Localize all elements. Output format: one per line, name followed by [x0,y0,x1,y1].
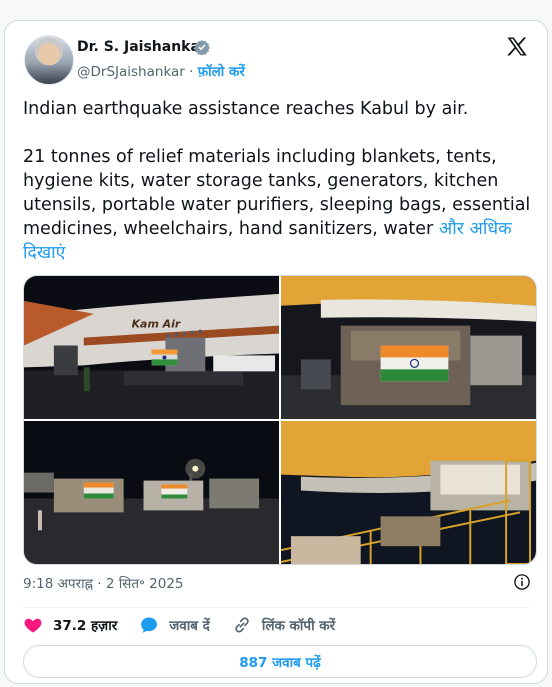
separator-dot: · [189,64,194,80]
link-icon [235,617,249,633]
action-bar: 37.2 हज़ार जवाब दें लिंक कॉपी करें [23,613,335,637]
avatar[interactable] [24,35,74,85]
show-more-link-2[interactable]: दिखाएं [23,241,531,265]
like-count: 37.2 हज़ार [53,618,118,634]
timestamp[interactable]: 9:18 अपराह्न · 2 सित॰ 2025 [23,574,184,592]
show-more-link[interactable]: और अधिक [439,219,512,239]
verified-badge-icon [194,40,210,55]
reply-button[interactable]: जवाब दें [139,615,210,635]
plane-livery-text: Kam Air [132,318,181,331]
time-text: 9:18 अपराह्न [23,576,94,592]
photo-plane-kam-air[interactable]: Kam Air [24,276,279,419]
separator-dot: · [97,576,102,592]
divider [23,607,529,608]
tweet-line-1: Indian earthquake assistance reaches Kab… [23,99,469,119]
photo-trucks-night[interactable] [24,421,279,564]
photo-cargo-hold-flag[interactable] [281,276,536,419]
reply-label: जवाब दें [169,618,210,634]
tweet-body-line: utensils, portable water purifiers, slee… [23,195,531,215]
tweet-body-text: medicines, wheelchairs, hand sanitizers,… [23,219,434,239]
author-handle[interactable]: @DrSJaishankar [77,64,185,80]
like-button[interactable]: 37.2 हज़ार [23,615,117,635]
heart-icon [24,618,42,633]
read-replies-button[interactable]: 887 जवाब पढ़ें [23,645,537,678]
author-name[interactable]: Dr. S. Jaishankar [77,39,207,55]
author-handle-line: @DrSJaishankar · फ़ॉलो करें [77,62,245,80]
x-logo-icon[interactable] [505,35,529,59]
follow-button[interactable]: फ़ॉलो करें [198,64,245,80]
tweet-body-line: 21 tonnes of relief materials including … [23,147,497,167]
tweet-body-line-last: medicines, wheelchairs, hand sanitizers,… [23,217,531,241]
copy-link-button[interactable]: लिंक कॉपी करें [232,615,335,635]
tweet-text: Indian earthquake assistance reaches Kab… [23,97,531,265]
tweet-card: Dr. S. Jaishankar @DrSJaishankar · फ़ॉलो… [4,20,548,684]
date-text: 2 सित॰ 2025 [105,576,184,592]
info-icon[interactable] [513,573,531,591]
photo-gallery: Kam Air [23,275,537,565]
reply-bubble-icon [141,617,158,633]
copy-link-label: लिंक कॉपी करें [261,618,336,634]
photo-loading-platform[interactable] [281,421,536,564]
tweet-body-line: hygiene kits, water storage tanks, gener… [23,171,499,191]
